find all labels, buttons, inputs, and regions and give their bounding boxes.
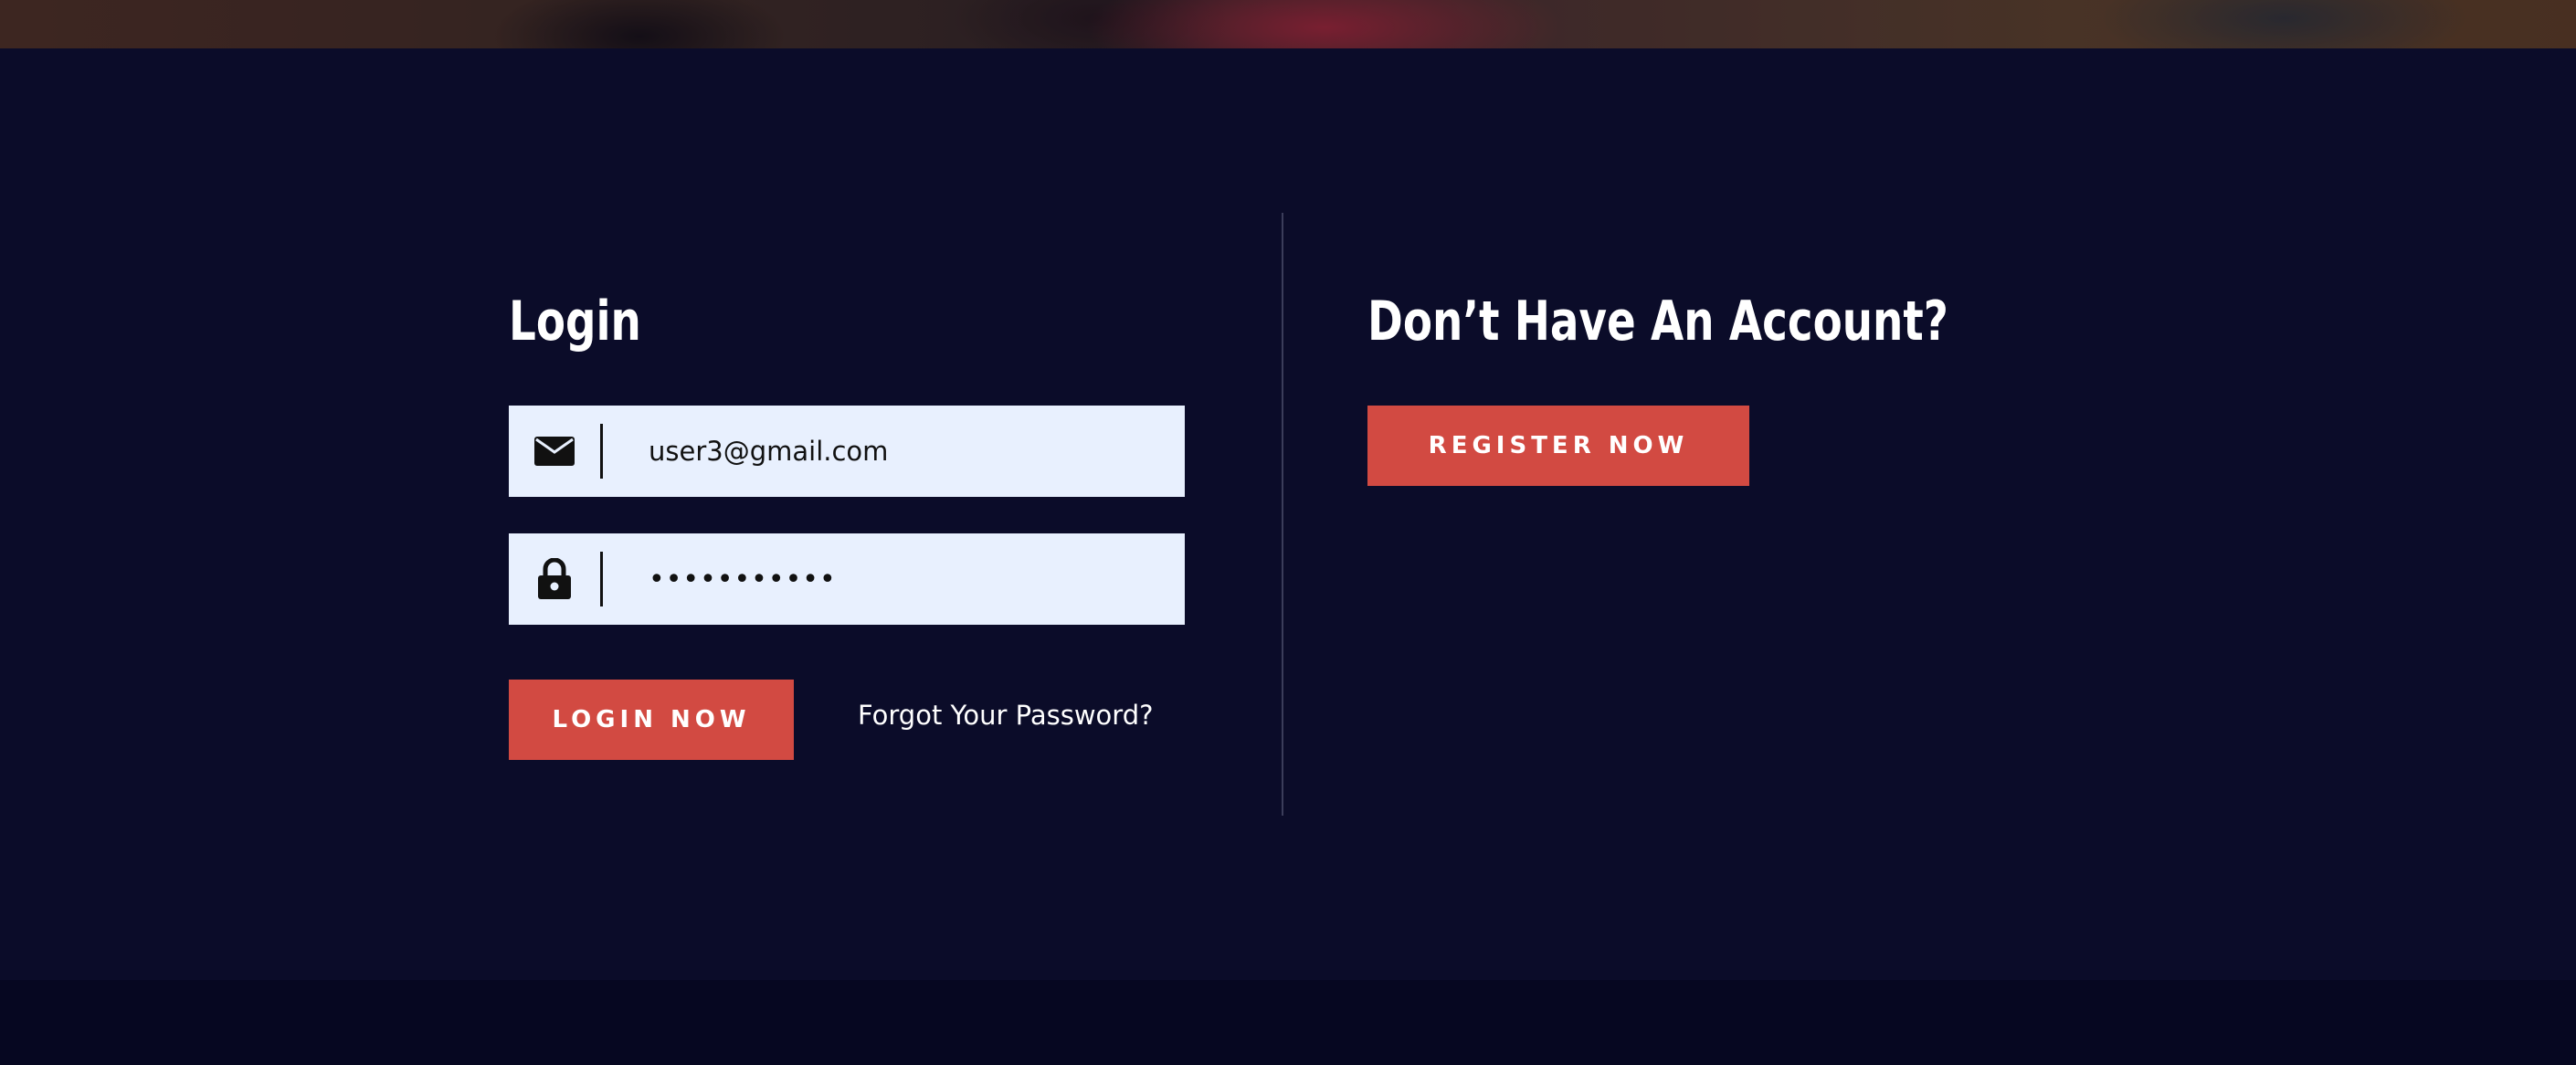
register-button[interactable]: REGISTER NOW <box>1367 406 1749 486</box>
login-title: Login <box>509 290 641 353</box>
login-section <box>0 48 2576 980</box>
register-title: Don’t Have An Account? <box>1367 290 1948 353</box>
vertical-divider <box>1282 213 1283 816</box>
password-input-value[interactable]: ••••••••••• <box>649 564 837 596</box>
lock-icon <box>509 533 600 625</box>
email-input-value[interactable]: user3@gmail.com <box>649 436 888 467</box>
password-field-separator <box>600 552 603 606</box>
envelope-icon <box>509 406 600 497</box>
password-field[interactable]: ••••••••••• <box>509 533 1185 625</box>
footer-strip <box>0 980 2576 1065</box>
hero-image-strip <box>0 0 2576 48</box>
login-button[interactable]: LOGIN NOW <box>509 680 794 760</box>
forgot-password-link[interactable]: Forgot Your Password? <box>858 700 1154 731</box>
email-field[interactable]: user3@gmail.com <box>509 406 1185 497</box>
email-field-separator <box>600 424 603 479</box>
hero-image-overlay <box>0 0 2576 48</box>
